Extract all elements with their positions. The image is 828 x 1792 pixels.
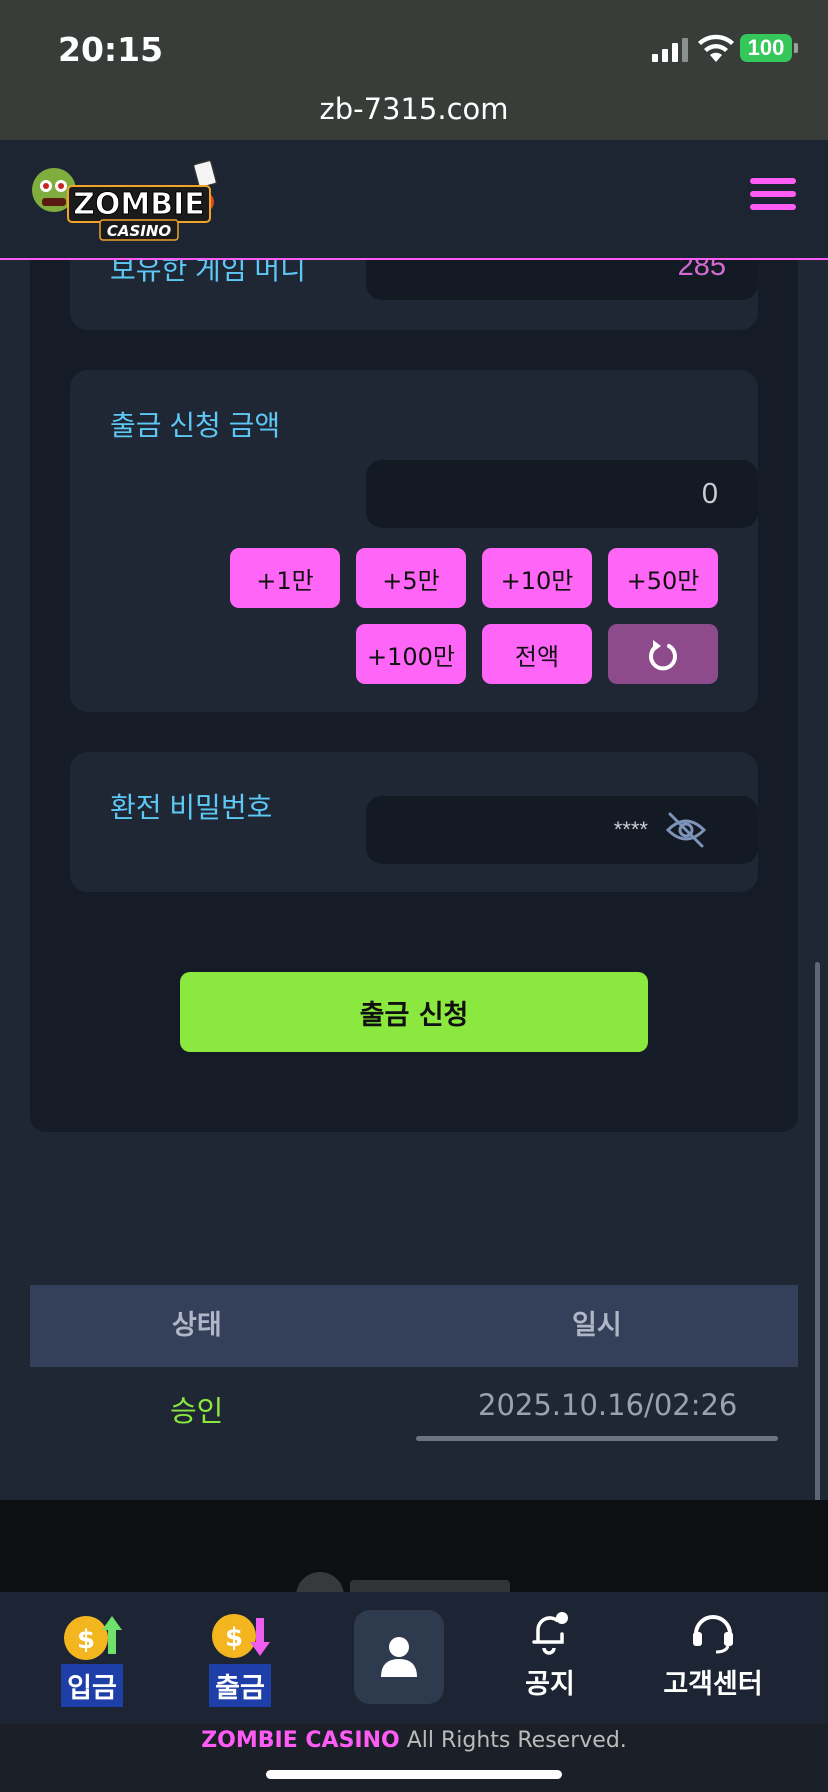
add-50k-button[interactable]: +5만 <box>356 548 466 608</box>
battery-indicator: 100 <box>740 34 798 62</box>
withdraw-submit-button[interactable]: 출금 신청 <box>180 972 648 1052</box>
hamburger-menu-icon[interactable] <box>750 178 796 218</box>
site-header: ZOMBIE CASINO <box>0 140 828 260</box>
headset-icon <box>693 1615 733 1654</box>
svg-text:$: $ <box>225 1623 243 1653</box>
history-row-datetime: 2025.10.16/02:26 <box>478 1388 738 1422</box>
user-icon <box>381 1637 417 1677</box>
withdraw-amount-value: 0 <box>701 478 718 510</box>
nav-support-label: 고객센터 <box>663 1669 763 1700</box>
svg-text:CASINO: CASINO <box>107 222 172 240</box>
status-column-header: 상태 <box>172 1310 222 1341</box>
copyright-bar: ZOMBIE CASINO All Rights Reserved. <box>0 1724 828 1792</box>
copyright-rights: All Rights Reserved. <box>399 1728 627 1753</box>
wifi-icon <box>698 34 734 62</box>
add-10k-button[interactable]: +1만 <box>230 548 340 608</box>
history-table-header: 상태 일시 <box>30 1285 798 1367</box>
copyright-text: ZOMBIE CASINO All Rights Reserved. <box>0 1728 828 1753</box>
nav-support[interactable]: 고객센터 <box>650 1592 776 1724</box>
reset-amount-button[interactable] <box>608 624 718 684</box>
zombie-casino-logo[interactable]: ZOMBIE CASINO <box>28 156 228 246</box>
bell-icon <box>532 1612 568 1655</box>
reset-icon <box>649 640 677 671</box>
exchange-password-input[interactable]: **** <box>366 796 758 864</box>
browser-url[interactable]: zb-7315.com <box>0 92 828 126</box>
add-1m-button[interactable]: +100만 <box>356 624 466 684</box>
full-amount-button[interactable]: 전액 <box>482 624 592 684</box>
status-time: 20:15 <box>58 30 164 69</box>
exchange-password-card: 환전 비밀번호 **** <box>70 752 758 892</box>
eye-hidden-icon[interactable] <box>664 810 708 850</box>
history-row-status: 승인 <box>170 1394 224 1428</box>
coin-up-arrow-icon: $ <box>64 1616 122 1660</box>
nav-deposit-label: 입금 <box>61 1664 123 1707</box>
svg-text:ZOMBIE: ZOMBIE <box>73 187 205 222</box>
nav-notice-label: 공지 <box>525 1669 575 1700</box>
home-indicator[interactable] <box>266 1770 562 1779</box>
nav-withdraw-label: 출금 <box>209 1664 271 1707</box>
nav-deposit[interactable]: $ 입금 <box>52 1592 132 1724</box>
datetime-column-header: 일시 <box>572 1310 622 1341</box>
withdraw-panel: 보유한 게임 머니 285 출금 신청 금액 0 +1만 +5만 +10만 +5… <box>30 160 798 1132</box>
status-bar: 20:15 100 zb-7315.com <box>0 0 828 140</box>
exchange-password-masked: **** <box>613 817 648 842</box>
svg-text:$: $ <box>77 1625 95 1655</box>
coin-down-arrow-icon: $ <box>212 1614 270 1658</box>
withdraw-amount-label: 출금 신청 금액 <box>110 410 281 441</box>
table-horizontal-scrollbar[interactable] <box>416 1436 778 1441</box>
nav-withdraw[interactable]: $ 출금 <box>200 1592 280 1724</box>
my-page-button[interactable] <box>354 1610 444 1704</box>
bottom-navigation: $ 입금 $ 출금 공지 고객센터 <box>0 1592 828 1724</box>
withdraw-amount-card: 출금 신청 금액 0 +1만 +5만 +10만 +50만 +100만 전액 <box>70 370 758 712</box>
exchange-password-label: 환전 비밀번호 <box>110 792 273 823</box>
copyright-brand: ZOMBIE CASINO <box>201 1728 400 1753</box>
add-100k-button[interactable]: +10만 <box>482 548 592 608</box>
cellular-signal-icon <box>652 38 688 62</box>
add-500k-button[interactable]: +50만 <box>608 548 718 608</box>
nav-notice[interactable]: 공지 <box>510 1592 590 1724</box>
withdraw-amount-input[interactable]: 0 <box>366 460 758 528</box>
